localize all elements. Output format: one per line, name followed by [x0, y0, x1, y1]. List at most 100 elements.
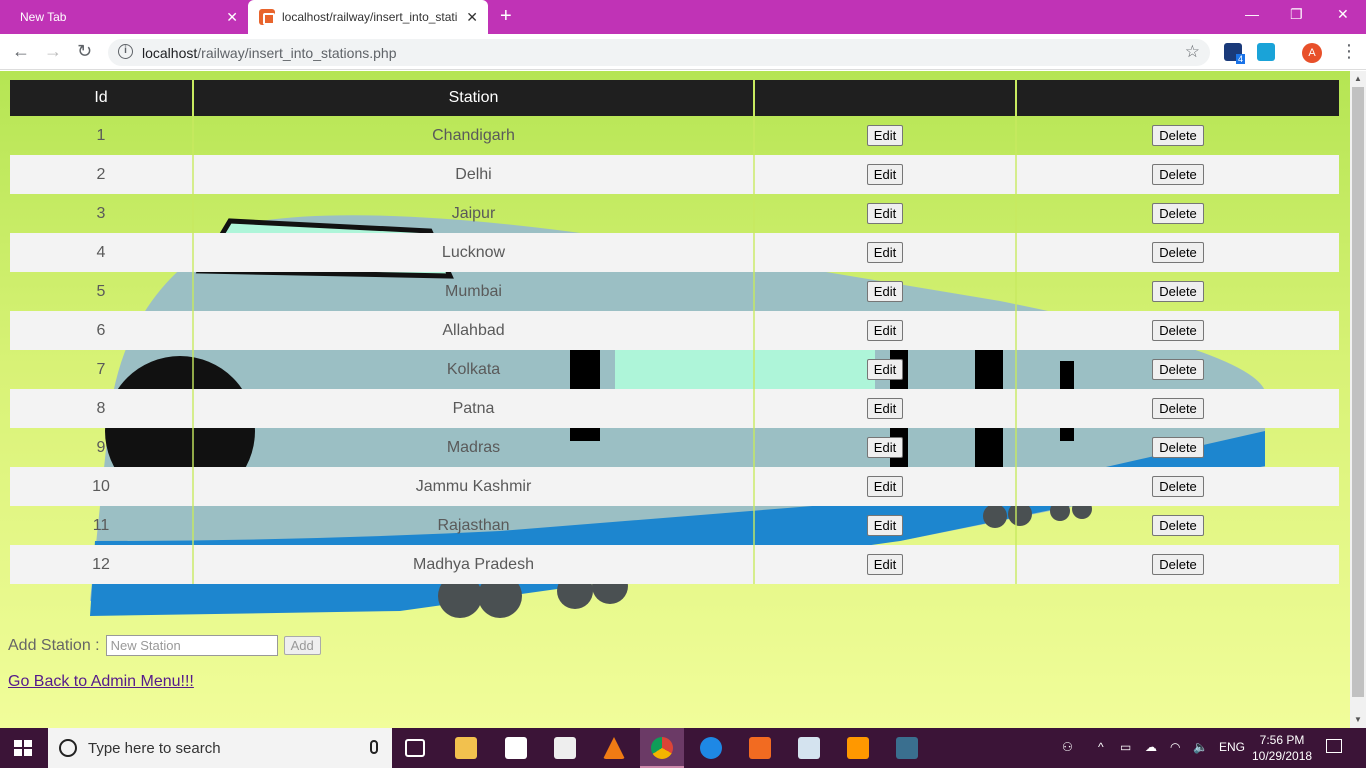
info-icon[interactable]: i [118, 44, 133, 59]
delete-cell: Delete [1015, 311, 1339, 350]
column-header-station: Station [192, 80, 754, 116]
new-station-input[interactable] [105, 635, 278, 656]
column-header-delete [1015, 80, 1339, 116]
edit-button[interactable]: Edit [866, 281, 904, 302]
restore-icon[interactable]: ❐ [1290, 6, 1303, 23]
edit-button[interactable]: Edit [866, 554, 904, 575]
table-row: 8 Patna Edit Delete [10, 389, 1339, 428]
station-id-cell: 8 [10, 389, 193, 428]
scroll-up-icon[interactable]: ▲ [1354, 74, 1362, 83]
extension-icon[interactable] [1257, 43, 1275, 61]
delete-button[interactable]: Delete [1152, 476, 1204, 497]
scroll-down-icon[interactable]: ▼ [1354, 715, 1362, 724]
add-button[interactable]: Add [283, 636, 321, 655]
scrollbar-thumb[interactable] [1352, 87, 1364, 697]
back-to-admin-link[interactable]: Go Back to Admin Menu!!! [8, 673, 194, 691]
delete-button[interactable]: Delete [1152, 203, 1204, 224]
task-view-icon[interactable] [405, 739, 425, 757]
page-scrollbar[interactable]: ▲ ▼ [1350, 71, 1366, 728]
delete-button[interactable]: Delete [1152, 515, 1204, 536]
table-row: 10 Jammu Kashmir Edit Delete [10, 467, 1339, 506]
edit-button[interactable]: Edit [866, 242, 904, 263]
mysql-workbench-icon[interactable] [896, 737, 918, 759]
back-arrow-icon[interactable]: ← [12, 41, 30, 62]
table-row: 6 Allahbad Edit Delete [10, 311, 1339, 350]
delete-button[interactable]: Delete [1152, 125, 1204, 146]
browser-toolbar: ← → ↻ i localhost/railway/insert_into_st… [0, 34, 1366, 70]
mail-icon[interactable] [554, 737, 576, 759]
file-explorer-icon[interactable] [455, 737, 477, 759]
virtualbox-icon[interactable] [798, 737, 820, 759]
delete-button[interactable]: Delete [1152, 164, 1204, 185]
delete-button[interactable]: Delete [1152, 320, 1204, 341]
station-name-cell: Madras [192, 428, 754, 467]
windows-taskbar: Type here to search ⚇ ^ ▭ ☁ ◠ 🔈 ENG 7:56… [0, 728, 1366, 768]
window-close-icon[interactable]: ✕ [1337, 6, 1349, 23]
language-indicator[interactable]: ENG [1219, 740, 1245, 754]
microphone-icon[interactable] [370, 740, 378, 754]
stations-table: Id Station 1 Chandigarh Edit Delete 2 Delhi Ed… [10, 80, 1339, 584]
station-name-cell: Delhi [192, 155, 754, 194]
notifications-icon[interactable] [1326, 739, 1342, 753]
table-row: 3 Jaipur Edit Delete [10, 194, 1339, 233]
menu-dots-icon[interactable]: ⋮ [1340, 41, 1358, 62]
edit-button[interactable]: Edit [866, 398, 904, 419]
network-icon[interactable]: ☁ [1145, 740, 1157, 754]
xampp-favicon-icon [259, 9, 275, 25]
edit-button[interactable]: Edit [866, 320, 904, 341]
delete-button[interactable]: Delete [1152, 398, 1204, 419]
minimize-icon[interactable]: — [1245, 6, 1259, 22]
volume-icon[interactable]: 🔈 [1193, 740, 1208, 754]
edit-button[interactable]: Edit [866, 359, 904, 380]
edit-cell: Edit [753, 272, 1016, 311]
vlc-icon[interactable] [603, 737, 625, 759]
edit-cell: Edit [753, 194, 1016, 233]
edit-button[interactable]: Edit [866, 476, 904, 497]
edit-button[interactable]: Edit [866, 437, 904, 458]
sublime-text-icon[interactable] [847, 737, 869, 759]
sync-app-icon[interactable] [700, 737, 722, 759]
station-id-cell: 1 [96, 126, 106, 144]
close-icon[interactable]: ✕ [226, 9, 238, 26]
new-tab-plus-icon[interactable]: + [500, 5, 512, 28]
edit-cell: Edit [753, 428, 1016, 467]
q-app-icon[interactable] [749, 737, 771, 759]
delete-cell: Delete [1015, 155, 1339, 194]
tab-insert-stations[interactable]: localhost/railway/insert_into_stati ✕ [248, 0, 488, 34]
battery-icon[interactable]: ▭ [1120, 740, 1131, 754]
edit-button[interactable]: Edit [866, 515, 904, 536]
edit-button[interactable]: Edit [866, 164, 904, 185]
taskbar-search-box[interactable]: Type here to search [48, 728, 392, 768]
station-name-cell: Mumbai [192, 272, 754, 311]
edit-button[interactable]: Edit [866, 203, 904, 224]
people-icon[interactable]: ⚇ [1062, 740, 1073, 754]
bookmark-star-icon[interactable]: ☆ [1185, 42, 1200, 62]
wifi-icon[interactable]: ◠ [1170, 740, 1180, 754]
add-station-form: Add Station : Add [8, 635, 321, 656]
delete-button[interactable]: Delete [1152, 437, 1204, 458]
windows-start-icon[interactable] [14, 740, 32, 756]
close-icon[interactable]: ✕ [466, 9, 478, 26]
delete-button[interactable]: Delete [1152, 359, 1204, 380]
profile-avatar[interactable]: A [1302, 43, 1322, 63]
show-hidden-icons-icon[interactable]: ^ [1098, 740, 1104, 754]
edit-cell: Edit [753, 389, 1016, 428]
station-name-cell: Kolkata [192, 350, 754, 389]
tab-new-tab[interactable]: New Tab ✕ [0, 0, 248, 34]
taskbar-clock[interactable]: 7:56 PM 10/29/2018 [1252, 732, 1312, 764]
reload-icon[interactable]: ↻ [77, 41, 92, 62]
table-row: 11 Rajasthan Edit Delete [10, 506, 1339, 545]
chrome-icon[interactable] [651, 737, 673, 759]
store-icon[interactable] [505, 737, 527, 759]
delete-button[interactable]: Delete [1152, 554, 1204, 575]
edit-button[interactable]: Edit [866, 125, 904, 146]
delete-button[interactable]: Delete [1152, 281, 1204, 302]
station-id-cell: 3 [96, 204, 106, 222]
station-id-cell: 9 [96, 438, 106, 456]
page-viewport: Id Station 1 Chandigarh Edit Delete 2 Delhi Ed… [0, 71, 1350, 728]
table-row: 9 Madras Edit Delete [10, 428, 1339, 467]
forward-arrow-icon[interactable]: → [44, 41, 62, 62]
address-bar[interactable]: i localhost/railway/insert_into_stations… [108, 39, 1210, 66]
delete-button[interactable]: Delete [1152, 242, 1204, 263]
delete-cell: Delete [1015, 350, 1339, 389]
